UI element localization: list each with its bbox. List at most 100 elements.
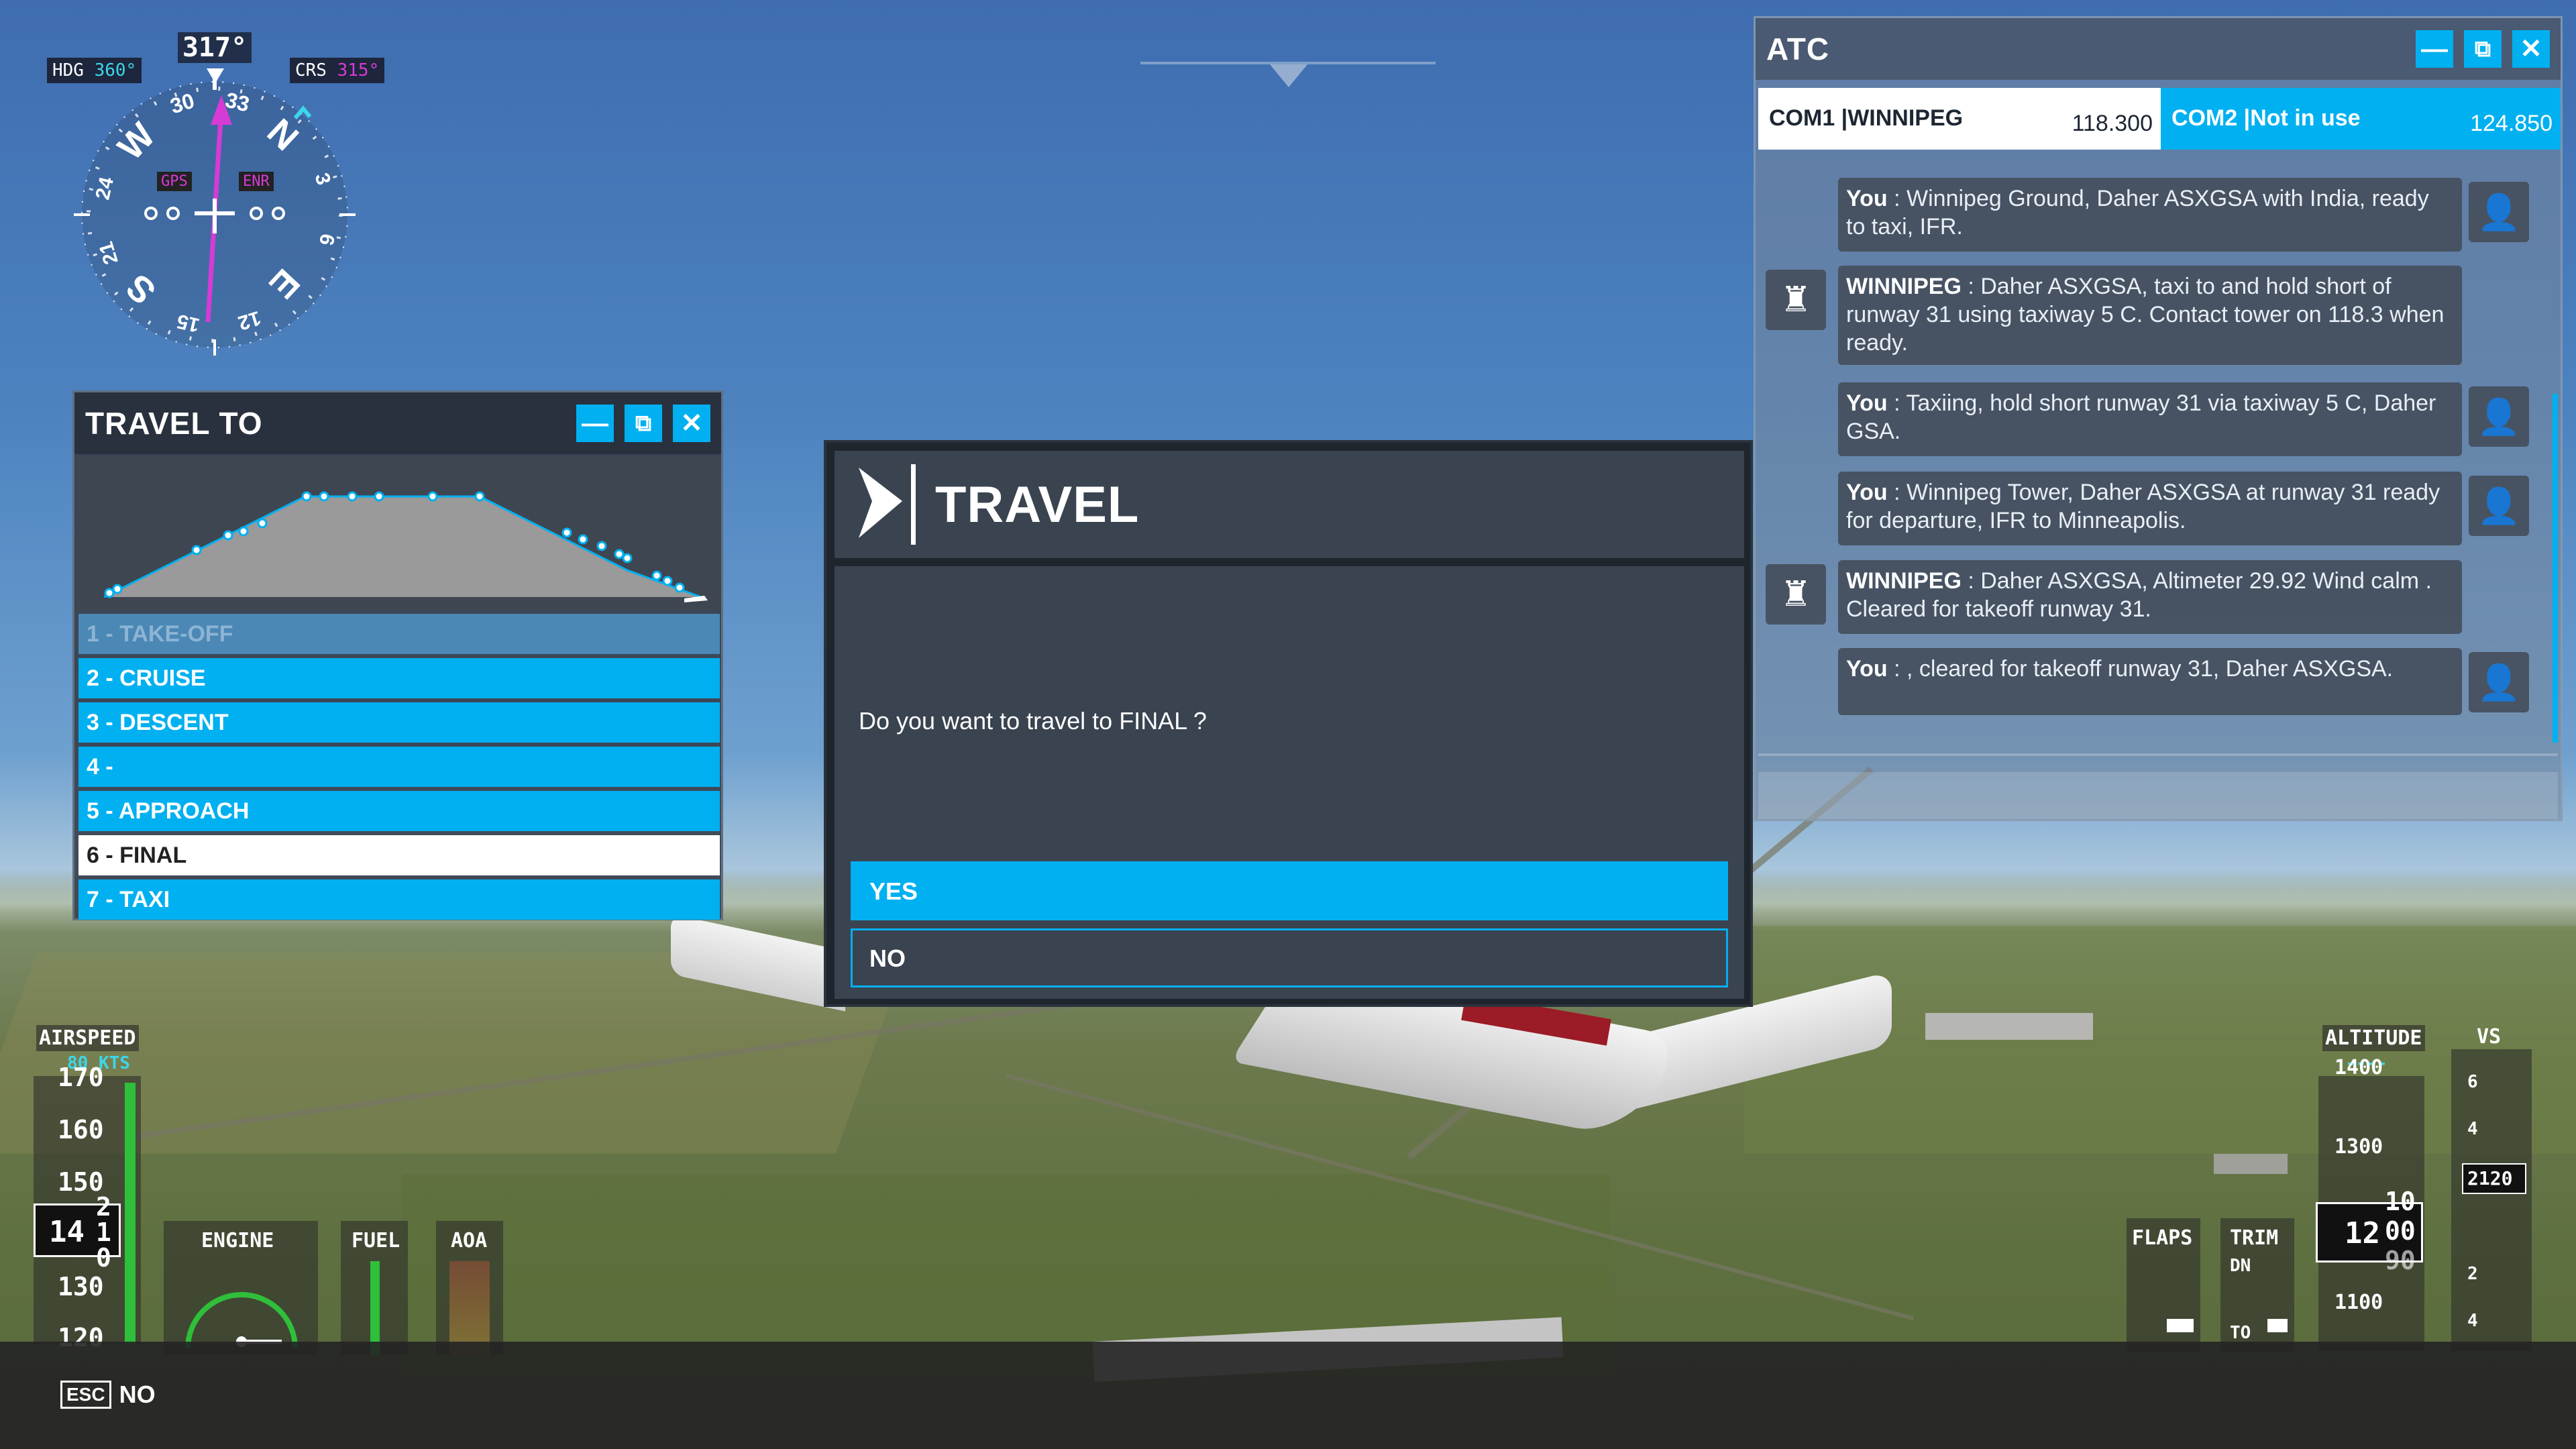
trim-label: TRIM bbox=[2230, 1226, 2279, 1250]
trim-dn-label: DN bbox=[2230, 1256, 2251, 1276]
travel-dialog-header: TRAVEL bbox=[835, 451, 1744, 558]
airspeed-tick-170: 170 bbox=[58, 1063, 104, 1092]
airspeed-trend-bar bbox=[125, 1083, 136, 1344]
atc-message-speaker: You bbox=[1846, 390, 1888, 416]
altitude-tick-1100: 1100 bbox=[2334, 1291, 2383, 1314]
airspeed-tick-130: 130 bbox=[58, 1272, 104, 1301]
fuel-gauge: FUEL bbox=[341, 1221, 408, 1355]
aoa-gauge: AOA bbox=[436, 1221, 503, 1355]
flight-profile-chart[interactable] bbox=[77, 456, 721, 610]
travel-dialog-body: Do you want to travel to FINAL ? YES NO bbox=[835, 566, 1744, 999]
airport-building bbox=[1925, 1013, 2093, 1040]
altitude-tick-1400: 1400 bbox=[2334, 1056, 2383, 1079]
atc-message-speaker: You bbox=[1846, 186, 1888, 211]
stage-item[interactable]: 5 - APPROACH bbox=[78, 791, 720, 831]
stage-item[interactable]: 4 - bbox=[78, 747, 720, 787]
vs-tick-4: 4 bbox=[2467, 1119, 2478, 1139]
engine-dial bbox=[185, 1292, 298, 1349]
yes-button-label: YES bbox=[869, 877, 918, 905]
atc-message-speaker: You bbox=[1846, 480, 1888, 505]
stage-item[interactable]: 2 - CRUISE bbox=[78, 658, 720, 698]
atc-message: You : Winnipeg Ground, Daher ASXGSA with… bbox=[1838, 178, 2462, 252]
atc-message: You : Winnipeg Tower, Daher ASXGSA at ru… bbox=[1838, 472, 2462, 545]
stage-item[interactable]: 1 - TAKE-OFF bbox=[78, 614, 720, 654]
vs-tick-4-low: 4 bbox=[2467, 1311, 2478, 1331]
com2-frequency: 124.850 bbox=[2470, 111, 2553, 136]
travel-to-panel: TRAVEL TO — ⧉ ✕ 1 - TAKE-OFF 2 - CRUISE 3 … bbox=[72, 390, 723, 920]
no-button-label: NO bbox=[869, 945, 906, 972]
com1-frequency: 118.300 bbox=[2072, 111, 2153, 136]
yes-button[interactable]: YES bbox=[851, 861, 1728, 920]
esc-key-hint[interactable]: ESC NO bbox=[60, 1381, 156, 1409]
atc-scrollbar[interactable] bbox=[2553, 394, 2558, 743]
vs-tick-6: 6 bbox=[2467, 1072, 2478, 1092]
vs-current: 2120 bbox=[2467, 1167, 2513, 1189]
atc-input-area[interactable] bbox=[1758, 772, 2558, 819]
com1-name: COM1 |WINNIPEG bbox=[1769, 105, 1964, 131]
com2-name: COM2 |Not in use bbox=[2171, 105, 2361, 131]
user-avatar-icon: 👤 bbox=[2469, 652, 2529, 712]
airspeed-tick-160: 160 bbox=[58, 1115, 104, 1144]
altitude-current-main: 12 bbox=[2345, 1216, 2380, 1250]
esc-action-label: NO bbox=[119, 1381, 156, 1408]
close-button[interactable]: ✕ bbox=[2512, 30, 2550, 68]
flaps-label: FLAPS bbox=[2132, 1226, 2193, 1250]
atc-message: WINNIPEG : Daher ASXGSA, Altimeter 29.92… bbox=[1838, 560, 2462, 634]
altitude-current-box: 12 10 00 90 bbox=[2316, 1187, 2423, 1275]
trim-indicator bbox=[2267, 1319, 2288, 1332]
travel-dialog-title: TRAVEL bbox=[935, 476, 1140, 533]
vs-label: VS bbox=[2477, 1025, 2502, 1049]
airspeed-label: AIRSPEED bbox=[36, 1025, 139, 1051]
stage-item[interactable]: 3 - DESCENT bbox=[78, 702, 720, 743]
vs-tape bbox=[2451, 1049, 2532, 1351]
altitude-indicator: ALTITUDE ---- 1400 1300 1100 12 10 00 90 bbox=[2314, 1022, 2428, 1351]
minimize-button[interactable]: — bbox=[2416, 30, 2453, 68]
atc-title-bar[interactable]: ATC — ⧉ ✕ bbox=[1756, 18, 2561, 80]
airspeed-digit-bot: 0 bbox=[96, 1243, 111, 1273]
airspeed-indicator: AIRSPEED 80 KTS 170 160 150 130 120 14 2… bbox=[34, 1022, 148, 1352]
close-button[interactable]: ✕ bbox=[673, 405, 710, 442]
fuel-label: FUEL bbox=[352, 1229, 400, 1252]
atc-message-speaker: WINNIPEG bbox=[1846, 274, 1962, 299]
esc-key-icon: ESC bbox=[60, 1381, 111, 1409]
atc-message-text: : , cleared for takeoff runway 31, Daher… bbox=[1887, 656, 2394, 682]
vs-current-box: 2120 bbox=[2462, 1163, 2526, 1194]
airspeed-current-main: 14 bbox=[49, 1215, 85, 1249]
control-tower-icon: ♜ bbox=[1766, 564, 1826, 625]
no-button[interactable]: NO bbox=[851, 928, 1728, 987]
tab-com1[interactable]: COM1 |WINNIPEG 118.300 bbox=[1758, 88, 2161, 150]
gps-badge: GPS bbox=[157, 172, 192, 191]
atc-message-speaker: You bbox=[1846, 656, 1888, 682]
heading-readout: 317° bbox=[178, 32, 252, 63]
altitude-tick-1300: 1300 bbox=[2334, 1135, 2383, 1159]
atc-message: WINNIPEG : Daher ASXGSA, taxi to and hol… bbox=[1838, 266, 2462, 365]
altitude-current-mid: 00 bbox=[2385, 1216, 2416, 1246]
fuel-bar bbox=[370, 1261, 380, 1355]
user-avatar-icon: 👤 bbox=[2469, 182, 2529, 242]
compass-widget: HDG 360° CRS 315° 317° N W S E 33 30 3 6… bbox=[40, 27, 416, 362]
tab-com2[interactable]: COM2 |Not in use 124.850 bbox=[2161, 88, 2561, 150]
travel-to-title: TRAVEL TO bbox=[85, 406, 263, 441]
vertical-speed-indicator: VS 6 4 2 4 2120 bbox=[2451, 1022, 2532, 1351]
stage-item[interactable]: 7 - TAXI bbox=[78, 879, 720, 920]
compass-rose bbox=[74, 74, 356, 356]
airspeed-current-box: 14 2 1 0 bbox=[34, 1192, 121, 1273]
airport-building bbox=[2214, 1154, 2288, 1174]
minimize-button[interactable]: — bbox=[576, 405, 614, 442]
altitude-current-top: 10 bbox=[2385, 1187, 2416, 1216]
stage-item[interactable]: 6 - FINAL bbox=[78, 835, 720, 875]
atc-separator bbox=[1758, 753, 2558, 756]
popout-button[interactable]: ⧉ bbox=[2464, 30, 2502, 68]
popout-button[interactable]: ⧉ bbox=[625, 405, 662, 442]
atc-message-text: : Winnipeg Tower, Daher ASXGSA at runway… bbox=[1846, 480, 2440, 533]
engine-gauge: ENGINE bbox=[164, 1221, 318, 1355]
travel-to-title-bar[interactable]: TRAVEL TO — ⧉ ✕ bbox=[74, 392, 721, 454]
vs-tick-2: 2 bbox=[2467, 1264, 2478, 1284]
travel-logo-icon bbox=[859, 464, 916, 545]
atc-message-text: : Winnipeg Ground, Daher ASXGSA with Ind… bbox=[1846, 186, 2429, 239]
altitude-current-bot: 90 bbox=[2385, 1246, 2416, 1275]
atc-title: ATC bbox=[1766, 32, 1830, 66]
altitude-label: ALTITUDE bbox=[2322, 1025, 2425, 1051]
user-avatar-icon: 👤 bbox=[2469, 386, 2529, 447]
enr-badge: ENR bbox=[239, 172, 274, 191]
